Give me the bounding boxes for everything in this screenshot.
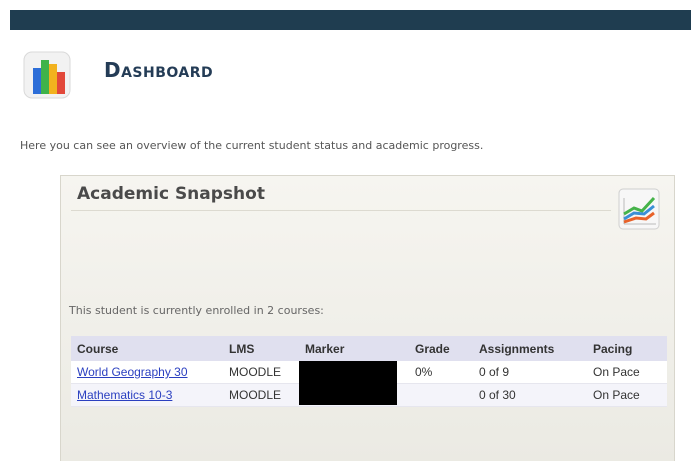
column-header-assignments: Assignments xyxy=(479,341,555,356)
panel-divider xyxy=(71,210,611,211)
table-row: World Geography 30 MOODLE 0% 0 of 9 On P… xyxy=(71,361,667,385)
course-cell: Mathematics 10-3 xyxy=(71,383,223,407)
enrolled-text: This student is currently enrolled in 2 … xyxy=(69,304,324,317)
page-title: Dashboard xyxy=(104,58,214,82)
marker-cell xyxy=(299,383,409,407)
column-header-pacing: Pacing xyxy=(593,341,633,356)
table-row: Mathematics 10-3 MOODLE 0 of 30 On Pace xyxy=(71,383,667,407)
assignments-cell: 0 of 30 xyxy=(473,383,587,407)
column-header-grade: Grade xyxy=(415,341,450,356)
column-header-marker: Marker xyxy=(305,341,345,356)
assignments-cell: 0 of 9 xyxy=(473,361,587,384)
academic-snapshot-panel: Academic Snapshot This student is curren… xyxy=(60,175,675,461)
table-header-row: Course LMS Marker Grade Assignments Paci… xyxy=(71,336,667,361)
pacing-cell: On Pace xyxy=(587,361,667,384)
course-cell: World Geography 30 xyxy=(71,361,223,384)
grade-cell: 0% xyxy=(409,361,473,384)
redacted-marker xyxy=(299,384,397,405)
top-banner xyxy=(10,10,691,30)
column-header-course: Course xyxy=(77,341,119,356)
panel-title: Academic Snapshot xyxy=(77,184,265,204)
lms-cell: MOODLE xyxy=(223,361,299,384)
intro-text: Here you can see an overview of the curr… xyxy=(20,139,484,152)
grade-cell xyxy=(409,383,473,407)
lms-cell: MOODLE xyxy=(223,383,299,407)
bar-chart-icon xyxy=(20,46,78,104)
pacing-cell: On Pace xyxy=(587,383,667,407)
page-header: Dashboard xyxy=(20,45,213,105)
courses-table: Course LMS Marker Grade Assignments Paci… xyxy=(71,336,667,407)
course-link[interactable]: World Geography 30 xyxy=(77,365,188,379)
course-link[interactable]: Mathematics 10-3 xyxy=(77,388,172,402)
line-chart-icon xyxy=(616,186,662,232)
column-header-lms: LMS xyxy=(229,341,255,356)
marker-cell xyxy=(299,361,409,385)
redacted-marker xyxy=(299,361,397,385)
